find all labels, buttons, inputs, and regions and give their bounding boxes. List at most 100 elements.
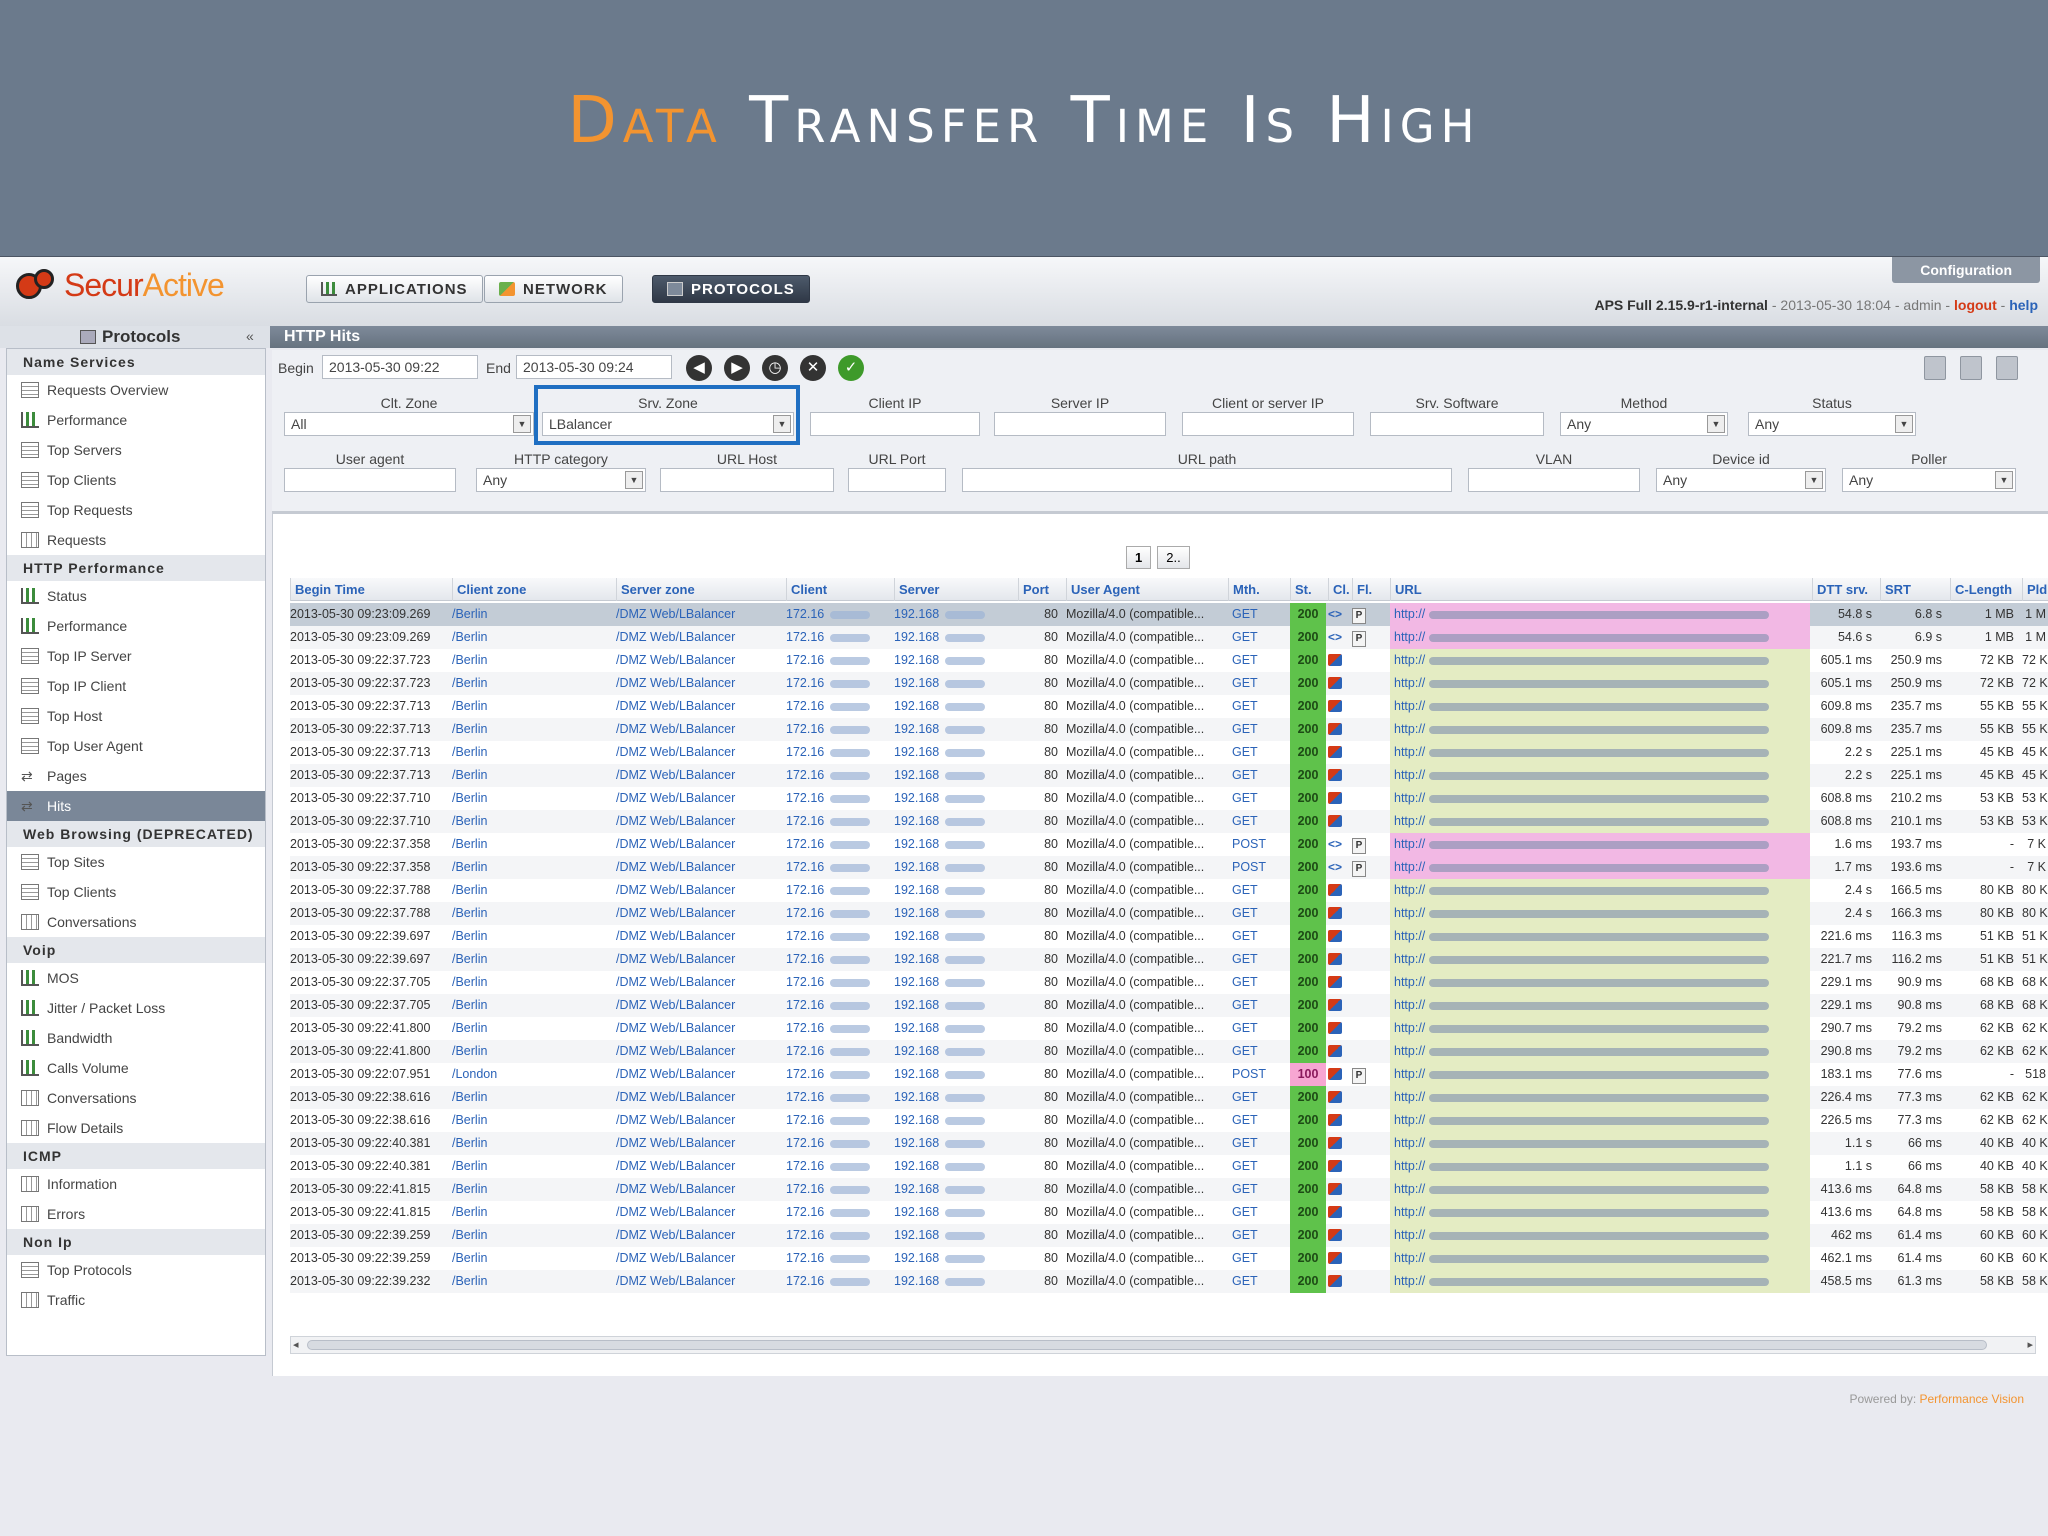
sidebar-item-top-host[interactable]: Top Host — [7, 701, 265, 731]
status-select[interactable]: Any ▼ — [1748, 412, 1916, 436]
url-prefix[interactable]: http:// — [1394, 1044, 1425, 1058]
table-row[interactable]: 2013-05-30 09:22:37.710/Berlin/DMZ Web/L… — [290, 787, 2048, 810]
table-row[interactable]: 2013-05-30 09:22:41.800/Berlin/DMZ Web/L… — [290, 1017, 2048, 1040]
http-category-select[interactable]: Any ▼ — [476, 468, 646, 492]
sidebar-item-top-ip-client[interactable]: Top IP Client — [7, 671, 265, 701]
table-row[interactable]: 2013-05-30 09:22:39.259/Berlin/DMZ Web/L… — [290, 1247, 2048, 1270]
clt-zone-select[interactable]: All ▼ — [284, 412, 534, 436]
url-prefix[interactable]: http:// — [1394, 906, 1425, 920]
sidebar-item-information[interactable]: Information — [7, 1169, 265, 1199]
sidebar-item-pages[interactable]: ⇄ Pages — [7, 761, 265, 791]
table-row[interactable]: 2013-05-30 09:22:37.788/Berlin/DMZ Web/L… — [290, 879, 2048, 902]
url-path-input[interactable] — [962, 468, 1452, 492]
sidebar-item-conversations[interactable]: Conversations — [7, 907, 265, 937]
page-button-1[interactable]: 1 — [1126, 546, 1152, 569]
url-prefix[interactable]: http:// — [1394, 699, 1425, 713]
table-row[interactable]: 2013-05-30 09:22:37.723/Berlin/DMZ Web/L… — [290, 649, 2048, 672]
url-prefix[interactable]: http:// — [1394, 1205, 1425, 1219]
column-header-client-zone[interactable]: Client zone — [452, 578, 614, 601]
table-row[interactable]: 2013-05-30 09:22:40.381/Berlin/DMZ Web/L… — [290, 1155, 2048, 1178]
end-date-input[interactable]: 2013-05-30 09:24 — [516, 355, 672, 379]
table-row[interactable]: 2013-05-30 09:22:41.800/Berlin/DMZ Web/L… — [290, 1040, 2048, 1063]
column-header-pld[interactable]: Pld — [2022, 578, 2048, 601]
url-prefix[interactable]: http:// — [1394, 975, 1425, 989]
column-header-srt[interactable]: SRT — [1880, 578, 1948, 601]
table-row[interactable]: 2013-05-30 09:22:37.705/Berlin/DMZ Web/L… — [290, 971, 2048, 994]
table-row[interactable]: 2013-05-30 09:22:37.713/Berlin/DMZ Web/L… — [290, 741, 2048, 764]
tab-network[interactable]: NETWORK — [484, 275, 623, 303]
table-row[interactable]: 2013-05-30 09:22:37.358/Berlin/DMZ Web/L… — [290, 833, 2048, 856]
vlan-input[interactable] — [1468, 468, 1640, 492]
client-or-server-ip-input[interactable] — [1182, 412, 1354, 436]
table-row[interactable]: 2013-05-30 09:23:09.269/Berlin/DMZ Web/L… — [290, 603, 2048, 626]
chevron-down-icon[interactable]: ▼ — [1995, 471, 2013, 489]
url-prefix[interactable]: http:// — [1394, 883, 1425, 897]
sidebar-item-performance[interactable]: Performance — [7, 405, 265, 435]
url-prefix[interactable]: http:// — [1394, 630, 1425, 644]
chevron-down-icon[interactable]: ▼ — [1707, 415, 1725, 433]
column-header-begin-time[interactable]: Begin Time — [290, 578, 450, 601]
url-prefix[interactable]: http:// — [1394, 1067, 1425, 1081]
sidebar-item-mos[interactable]: MOS — [7, 963, 265, 993]
table-row[interactable]: 2013-05-30 09:22:39.232/Berlin/DMZ Web/L… — [290, 1270, 2048, 1293]
sidebar-item-flow-details[interactable]: Flow Details — [7, 1113, 265, 1143]
url-prefix[interactable]: http:// — [1394, 998, 1425, 1012]
begin-date-input[interactable]: 2013-05-30 09:22 — [322, 355, 478, 379]
table-row[interactable]: 2013-05-30 09:22:37.713/Berlin/DMZ Web/L… — [290, 718, 2048, 741]
column-header-server-zone[interactable]: Server zone — [616, 578, 784, 601]
table-row[interactable]: 2013-05-30 09:22:37.713/Berlin/DMZ Web/L… — [290, 695, 2048, 718]
scroll-right-icon[interactable]: ▸ — [2027, 1338, 2033, 1351]
poller-select[interactable]: Any ▼ — [1842, 468, 2016, 492]
server-ip-input[interactable] — [994, 412, 1166, 436]
url-prefix[interactable]: http:// — [1394, 607, 1425, 621]
sidebar-item-conversations[interactable]: Conversations — [7, 1083, 265, 1113]
logout-link[interactable]: logout — [1954, 297, 1997, 313]
url-prefix[interactable]: http:// — [1394, 929, 1425, 943]
url-host-input[interactable] — [660, 468, 834, 492]
column-header-server[interactable]: Server — [894, 578, 1016, 601]
table-row[interactable]: 2013-05-30 09:22:37.788/Berlin/DMZ Web/L… — [290, 902, 2048, 925]
url-prefix[interactable]: http:// — [1394, 1182, 1425, 1196]
collapse-sidebar-icon[interactable]: « — [246, 328, 254, 344]
table-row[interactable]: 2013-05-30 09:22:37.705/Berlin/DMZ Web/L… — [290, 994, 2048, 1017]
tab-protocols[interactable]: PROTOCOLS — [652, 275, 810, 303]
url-prefix[interactable]: http:// — [1394, 1113, 1425, 1127]
url-prefix[interactable]: http:// — [1394, 860, 1425, 874]
table-row[interactable]: 2013-05-30 09:22:40.381/Berlin/DMZ Web/L… — [290, 1132, 2048, 1155]
url-prefix[interactable]: http:// — [1394, 952, 1425, 966]
previous-period-icon[interactable]: ◀ — [686, 355, 712, 381]
table-row[interactable]: 2013-05-30 09:22:38.616/Berlin/DMZ Web/L… — [290, 1109, 2048, 1132]
sidebar-item-top-protocols[interactable]: Top Protocols — [7, 1255, 265, 1285]
table-row[interactable]: 2013-05-30 09:22:39.697/Berlin/DMZ Web/L… — [290, 925, 2048, 948]
client-ip-input[interactable] — [810, 412, 980, 436]
sidebar-item-requests-overview[interactable]: Requests Overview — [7, 375, 265, 405]
url-prefix[interactable]: http:// — [1394, 1159, 1425, 1173]
table-row[interactable]: 2013-05-30 09:22:41.815/Berlin/DMZ Web/L… — [290, 1201, 2048, 1224]
sidebar-item-top-requests[interactable]: Top Requests — [7, 495, 265, 525]
horizontal-scrollbar[interactable]: ◂ ▸ — [290, 1336, 2036, 1354]
sidebar-item-traffic[interactable]: Traffic — [7, 1285, 265, 1315]
url-prefix[interactable]: http:// — [1394, 722, 1425, 736]
table-row[interactable]: 2013-05-30 09:22:39.259/Berlin/DMZ Web/L… — [290, 1224, 2048, 1247]
url-prefix[interactable]: http:// — [1394, 1228, 1425, 1242]
table-row[interactable]: 2013-05-30 09:23:09.269/Berlin/DMZ Web/L… — [290, 626, 2048, 649]
table-row[interactable]: 2013-05-30 09:22:07.951/London/DMZ Web/L… — [290, 1063, 2048, 1086]
column-header-dtt-srv[interactable]: DTT srv. — [1812, 578, 1878, 601]
save-icon[interactable] — [1996, 356, 2018, 380]
column-header-cl[interactable]: Cl. — [1328, 578, 1352, 601]
tab-applications[interactable]: APPLICATIONS — [306, 275, 483, 303]
url-prefix[interactable]: http:// — [1394, 1136, 1425, 1150]
next-period-icon[interactable]: ▶ — [724, 355, 750, 381]
device-id-select[interactable]: Any ▼ — [1656, 468, 1826, 492]
url-prefix[interactable]: http:// — [1394, 653, 1425, 667]
url-prefix[interactable]: http:// — [1394, 1090, 1425, 1104]
sidebar-item-top-user-agent[interactable]: Top User Agent — [7, 731, 265, 761]
sidebar-item-top-ip-server[interactable]: Top IP Server — [7, 641, 265, 671]
sidebar-item-top-sites[interactable]: Top Sites — [7, 847, 265, 877]
sidebar-item-top-servers[interactable]: Top Servers — [7, 435, 265, 465]
column-header-client[interactable]: Client — [786, 578, 892, 601]
sidebar-item-performance[interactable]: Performance — [7, 611, 265, 641]
url-prefix[interactable]: http:// — [1394, 1021, 1425, 1035]
print-icon[interactable] — [1960, 356, 1982, 380]
sidebar-item-status[interactable]: Status — [7, 581, 265, 611]
